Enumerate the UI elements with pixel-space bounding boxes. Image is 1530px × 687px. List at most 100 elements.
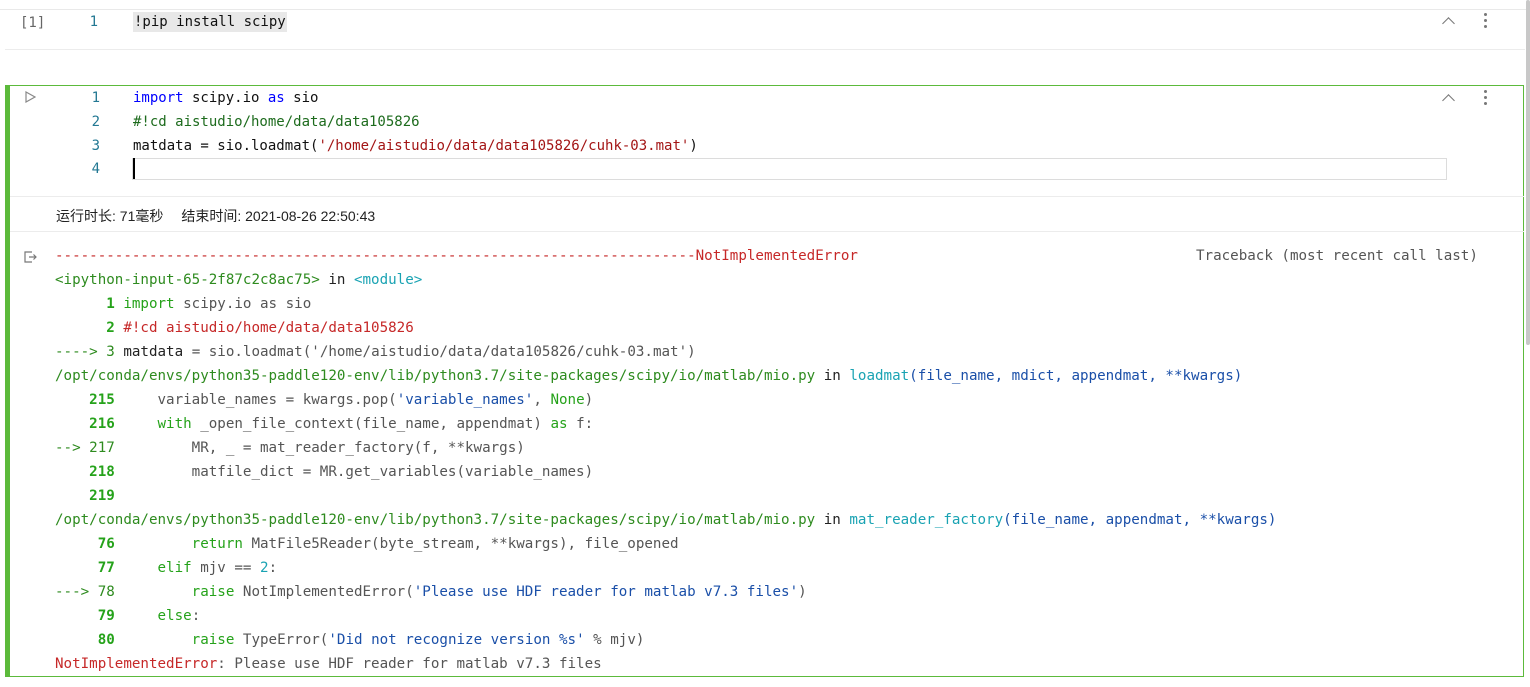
run-end-time: 结束时间: 2021-08-26 22:50:43 <box>181 208 376 224</box>
line-num: 77 <box>55 560 124 576</box>
arrow: --> 217 <box>55 440 124 456</box>
text: : <box>268 560 278 576</box>
code-line-1[interactable]: import scipy.io as sio <box>133 90 318 106</box>
function-name: loadmat <box>849 368 910 384</box>
text: : <box>191 608 201 624</box>
text: MR, _ = mat_reader_factory(f, **kwargs) <box>123 440 525 456</box>
kw: else <box>123 608 192 624</box>
text: mjv == <box>191 560 261 576</box>
line-num: 79 <box>55 608 124 624</box>
traceback-line: 215 variable_names = kwargs.pop('variabl… <box>55 392 593 408</box>
text: ) <box>687 344 696 360</box>
comment: #!cd aistudio/home/data/data105826 <box>123 320 414 336</box>
module-ref: <module> <box>353 272 423 288</box>
arrow: ---> 78 <box>55 584 124 600</box>
kw: None <box>550 392 585 408</box>
code-line[interactable]: !pip install scipy <box>133 12 287 32</box>
line-number: 1 <box>89 14 98 30</box>
keyword-as: as <box>267 90 285 106</box>
text: matdata <box>123 344 192 360</box>
more-options-icon[interactable] <box>1484 90 1487 108</box>
line-number: 2 <box>91 114 100 130</box>
string: 'Did not recognize version %s' <box>328 632 585 648</box>
traceback-frame: /opt/conda/envs/python35-paddle120-env/l… <box>55 368 1242 384</box>
code-line-2[interactable]: #!cd aistudio/home/data/data105826 <box>133 114 420 130</box>
function-name: mat_reader_factory <box>849 512 1004 528</box>
traceback-line: ----> 3 matdata = sio.loadmat('/home/ais… <box>55 344 696 360</box>
more-options-icon[interactable] <box>1484 13 1487 31</box>
text: scipy.io as sio <box>174 296 312 312</box>
traceback-line: 216 with _open_file_context(file_name, a… <box>55 416 593 432</box>
traceback-line: 219 <box>55 488 123 504</box>
module-name: scipy.io <box>183 90 268 106</box>
error-text: : Please use HDF reader for matlab v7.3 … <box>217 656 602 672</box>
line-num: 219 <box>55 488 124 504</box>
error-message: NotImplementedError: Please use HDF read… <box>55 656 602 672</box>
text: = sio.loadmat( <box>191 344 312 360</box>
traceback-label: Traceback (most recent call last) <box>1196 248 1478 264</box>
function-args: (file_name, mdict, appendmat, **kwargs) <box>909 368 1243 384</box>
cell-2-toolbar <box>1440 90 1500 112</box>
text: in <box>815 368 850 384</box>
string: 'variable_names' <box>396 392 534 408</box>
line-number: 3 <box>91 138 100 154</box>
text: variable_names = kwargs.pop( <box>123 392 397 408</box>
keyword-import: import <box>133 90 184 106</box>
traceback-frame: <ipython-input-65-2f87c2c8ac75> in <modu… <box>55 272 422 288</box>
vertical-scrollbar[interactable] <box>1526 0 1530 345</box>
text: f: <box>567 416 594 432</box>
string: 'Please use HDF reader for matlab v7.3 f… <box>413 584 799 600</box>
traceback-line: 77 elif mjv == 2: <box>55 560 277 576</box>
run-info: 运行时长: 71毫秒 结束时间: 2021-08-26 22:50:43 <box>56 206 393 226</box>
line-num: 215 <box>55 392 124 408</box>
output-icon[interactable] <box>23 250 37 264</box>
text: , <box>533 392 551 408</box>
text: in <box>319 272 354 288</box>
text: matfile_dict = MR.get_variables(variable… <box>123 464 594 480</box>
line-num: 1 <box>55 296 124 312</box>
arrow: ----> 3 <box>55 344 124 360</box>
traceback-line: --> 217 MR, _ = mat_reader_factory(f, **… <box>55 440 525 456</box>
run-cell-icon[interactable] <box>25 91 36 103</box>
text: MatFile5Reader(byte_stream, **kwargs), f… <box>242 536 679 552</box>
traceback-line: 218 matfile_dict = MR.get_variables(vari… <box>55 464 593 480</box>
text-cursor <box>133 158 135 179</box>
collapse-chevron-icon[interactable] <box>1442 94 1455 107</box>
error-name: NotImplementedError <box>55 656 218 672</box>
text: _open_file_context(file_name, appendmat) <box>191 416 551 432</box>
file-path: /opt/conda/envs/python35-paddle120-env/l… <box>55 368 816 384</box>
traceback-line: 76 return MatFile5Reader(byte_stream, **… <box>55 536 679 552</box>
text: ) <box>584 392 594 408</box>
file-path: /opt/conda/envs/python35-paddle120-env/l… <box>55 512 816 528</box>
text: NotImplementedError( <box>234 584 414 600</box>
text: % mjv) <box>584 632 645 648</box>
kw: raise <box>123 584 235 600</box>
code-text: ) <box>689 138 698 154</box>
line-num: 216 <box>55 416 124 432</box>
line-num: 2 <box>55 320 124 336</box>
kw: elif <box>123 560 192 576</box>
kw: raise <box>123 632 235 648</box>
code-text: !pip install scipy <box>133 12 287 32</box>
text: ) <box>798 584 807 600</box>
cell-1-toolbar <box>1440 13 1500 35</box>
string: '/home/aistudio/data/data105826/cuhk-03.… <box>311 344 688 360</box>
code-line-3[interactable]: matdata = sio.loadmat('/home/aistudio/da… <box>133 138 698 154</box>
collapse-chevron-icon[interactable] <box>1442 17 1455 30</box>
traceback-frame: /opt/conda/envs/python35-paddle120-env/l… <box>55 512 1276 528</box>
line-num: 218 <box>55 464 124 480</box>
traceback-line: 1 import scipy.io as sio <box>55 296 311 312</box>
input-ref: <ipython-input-65-2f87c2c8ac75> <box>55 272 320 288</box>
module-alias: sio <box>284 90 319 106</box>
execution-count: [1] <box>20 15 46 31</box>
kw: with <box>123 416 192 432</box>
string-literal: '/home/aistudio/data/data105826/cuhk-03.… <box>318 138 690 154</box>
code-text: matdata = sio.loadmat( <box>133 138 319 154</box>
kw: import <box>123 296 175 312</box>
active-line-highlight[interactable] <box>132 158 1447 180</box>
traceback-line: 2 #!cd aistudio/home/data/data105826 <box>55 320 414 336</box>
text: in <box>815 512 850 528</box>
traceback-line: 80 raise TypeError('Did not recognize ve… <box>55 632 645 648</box>
divider <box>10 231 1524 232</box>
number: 2 <box>260 560 269 576</box>
